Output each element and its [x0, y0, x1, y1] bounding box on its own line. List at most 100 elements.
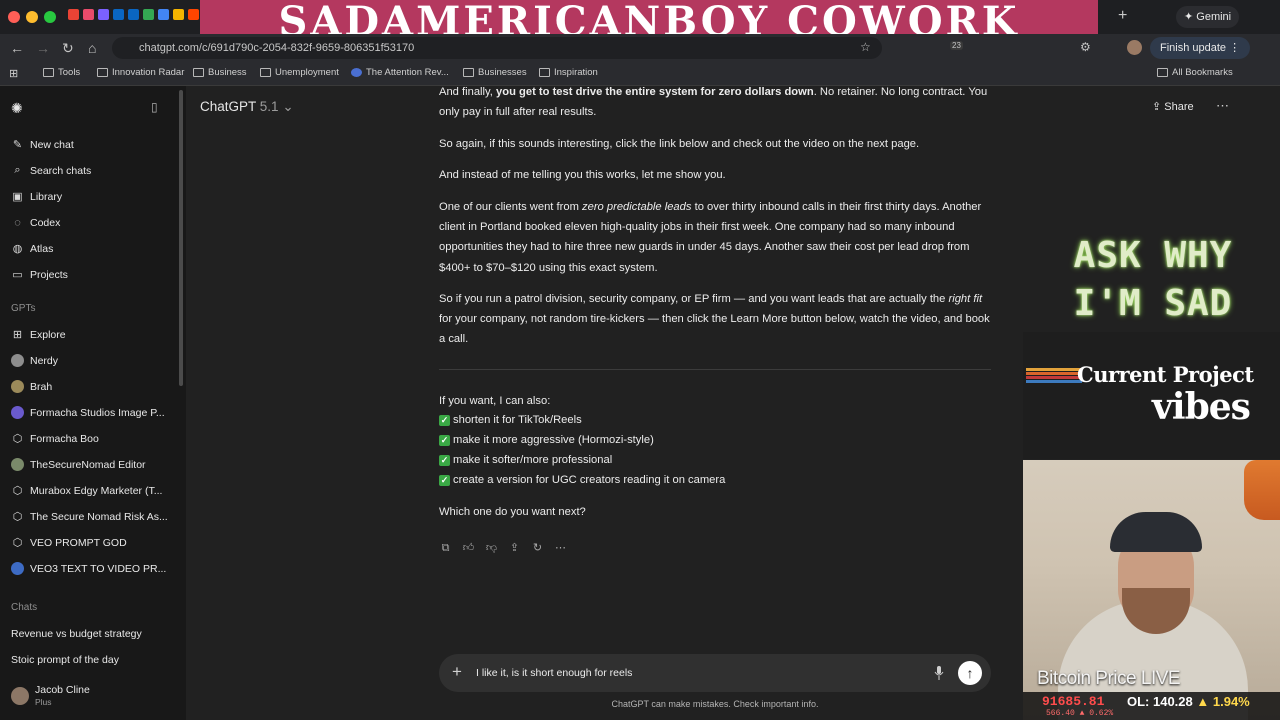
plus-icon[interactable]: + [452, 662, 462, 682]
finish-update-button[interactable]: Finish update ⋮ [1150, 37, 1251, 59]
sidebar-item-library[interactable]: ▣ Library [11, 190, 62, 204]
sidebar-item-brah[interactable]: Brah [11, 380, 52, 393]
folder-icon: ▭ [12, 269, 23, 281]
sidebar-item-new-chat[interactable]: ✎ New chat [11, 138, 74, 152]
italic-text: zero predictable leads [582, 201, 692, 213]
model-selector[interactable]: ChatGPT 5.1 ⌄ [200, 99, 294, 115]
home-icon[interactable]: ⌂ [88, 40, 96, 56]
gmail-tab-icon[interactable] [68, 9, 79, 20]
bookmark-attention-rev[interactable]: The Attention Rev... [351, 67, 449, 78]
chat-item[interactable]: Stoic prompt of the day [11, 654, 119, 666]
bookmark-label: Innovation Radar [112, 67, 185, 78]
list-item-text: create a version for UGC creators readin… [453, 474, 726, 486]
bookmark-businesses[interactable]: Businesses [463, 67, 527, 78]
cube-icon: ⬡ [12, 433, 23, 445]
bookmark-tools[interactable]: Tools [43, 67, 80, 78]
openai-logo-icon[interactable]: ✺ [11, 100, 23, 117]
message-paragraph: One of our clients went from zero predic… [439, 197, 995, 278]
check-icon: ✓ [439, 414, 450, 426]
send-button[interactable]: ↑ [958, 661, 982, 685]
sidebar-item-label: Projects [30, 268, 68, 281]
share-button[interactable]: ⇪ Share [1152, 100, 1194, 113]
maximize-window-button[interactable] [44, 11, 56, 23]
more-icon[interactable]: ⋯ [554, 542, 567, 555]
pinned-tabs[interactable] [68, 9, 199, 20]
share-icon[interactable]: ⇪ [508, 542, 521, 555]
url-field[interactable]: chatgpt.com/c/691d790c-2054-832f-9659-80… [112, 37, 882, 59]
gpts-heading: GPTs [11, 303, 36, 314]
sidebar-item-nerdy[interactable]: Nerdy [11, 354, 58, 367]
extension-badge[interactable]: 23 [950, 41, 963, 50]
chat-sidebar [0, 86, 186, 720]
tab-icon[interactable] [98, 9, 109, 20]
profile-avatar[interactable] [1127, 40, 1142, 55]
tab-icon[interactable] [83, 9, 94, 20]
user-profile[interactable]: Jacob Cline Plus [11, 684, 90, 708]
disclaimer: ChatGPT can make mistakes. Check importa… [611, 699, 819, 709]
more-options-icon[interactable]: ⋯ [1216, 98, 1229, 114]
sidebar-item-formacha-studios[interactable]: Formacha Studios Image P... [11, 406, 165, 419]
copy-icon[interactable]: ⧉ [439, 542, 452, 555]
sidebar-item-explore[interactable]: ⊞ Explore [11, 328, 66, 342]
new-chat-icon: ✎ [12, 139, 23, 151]
sidebar-item-formacha-boo[interactable]: ⬡ Formacha Boo [11, 432, 99, 446]
background-object [1244, 460, 1280, 520]
library-icon: ▣ [12, 191, 23, 203]
ask-why-overlay: ASK WHY I'M SAD [1040, 232, 1266, 328]
sidebar-item-securenomad-editor[interactable]: TheSecureNomad Editor [11, 458, 146, 471]
sidebar-toggle-icon[interactable]: ▯ [151, 100, 158, 114]
cube-icon: ⬡ [12, 485, 23, 497]
minimize-window-button[interactable] [26, 11, 38, 23]
chats-heading: Chats [11, 602, 38, 613]
sparkle-icon: ✦ [1184, 11, 1197, 23]
gpt-avatar [11, 562, 24, 575]
bookmark-label: All Bookmarks [1172, 67, 1233, 78]
forward-arrow-icon[interactable]: → [36, 40, 50, 56]
sidebar-scrollbar[interactable] [179, 90, 183, 386]
sidebar-item-atlas[interactable]: ◍ Atlas [11, 242, 54, 256]
extension-icon[interactable]: ⚙ [1080, 40, 1091, 54]
linkedin-tab-icon[interactable] [113, 9, 124, 20]
close-window-button[interactable] [8, 11, 20, 23]
sidebar-item-veo3[interactable]: VEO3 TEXT TO VIDEO PR... [11, 562, 166, 575]
list-item: ✓ shorten it for TikTok/Reels [439, 414, 582, 426]
text: for your company, not random tire-kicker… [439, 313, 990, 346]
tab-icon[interactable] [173, 9, 184, 20]
sidebar-item-label: Nerdy [30, 354, 59, 367]
sidebar-item-projects[interactable]: ▭ Projects [11, 268, 68, 282]
regenerate-icon[interactable]: ↻ [531, 542, 544, 555]
thumbs-down-icon[interactable]: 👎︎ [485, 542, 498, 555]
bookmark-label: Inspiration [554, 67, 598, 78]
prompt-input[interactable]: I like it, is it short enough for reels [476, 667, 632, 679]
back-arrow-icon[interactable]: ← [10, 40, 24, 56]
sidebar-item-secure-nomad-risk[interactable]: ⬡ The Secure Nomad Risk As... [11, 510, 168, 524]
bookmark-inspiration[interactable]: Inspiration [539, 67, 598, 78]
microphone-icon[interactable] [934, 666, 944, 680]
chat-item[interactable]: Revenue vs budget strategy [11, 628, 142, 640]
bold-text: you get to test drive the entire system … [496, 86, 814, 98]
thumbs-up-icon[interactable]: 👍︎ [462, 542, 475, 555]
bookmark-unemployment[interactable]: Unemployment [260, 67, 339, 78]
bookmark-business[interactable]: Business [193, 67, 247, 78]
sidebar-item-search-chats[interactable]: ⌕ Search chats [11, 164, 91, 177]
new-tab-button[interactable]: + [1118, 7, 1127, 25]
sidebar-item-label: Formacha Studios Image P... [30, 406, 165, 419]
bookmark-innovation-radar[interactable]: Innovation Radar [97, 67, 184, 78]
reddit-tab-icon[interactable] [188, 9, 199, 20]
sidebar-item-murabox[interactable]: ⬡ Murabox Edgy Marketer (T... [11, 484, 163, 498]
ticker-title: Bitcoin Price LIVE [1037, 668, 1181, 689]
linkedin-tab-icon[interactable] [128, 9, 139, 20]
apps-grid-icon[interactable]: ⊞ [9, 67, 18, 80]
reload-icon[interactable]: ↻ [62, 40, 74, 57]
sidebar-item-veo-prompt-god[interactable]: ⬡ VEO PROMPT GOD [11, 536, 127, 550]
bookmark-star-icon[interactable]: ☆ [860, 40, 871, 54]
text: And finally, [439, 86, 497, 98]
tab-icon[interactable] [143, 9, 154, 20]
gemini-button[interactable]: ✦ Gemini [1176, 6, 1240, 28]
sidebar-item-label: Codex [30, 216, 61, 229]
all-bookmarks[interactable]: All Bookmarks [1157, 67, 1233, 78]
tab-icon[interactable] [158, 9, 169, 20]
sidebar-item-label: Search chats [30, 164, 92, 177]
sidebar-item-label: New chat [30, 138, 74, 151]
sidebar-item-codex[interactable]: ◌ Codex [11, 216, 60, 229]
